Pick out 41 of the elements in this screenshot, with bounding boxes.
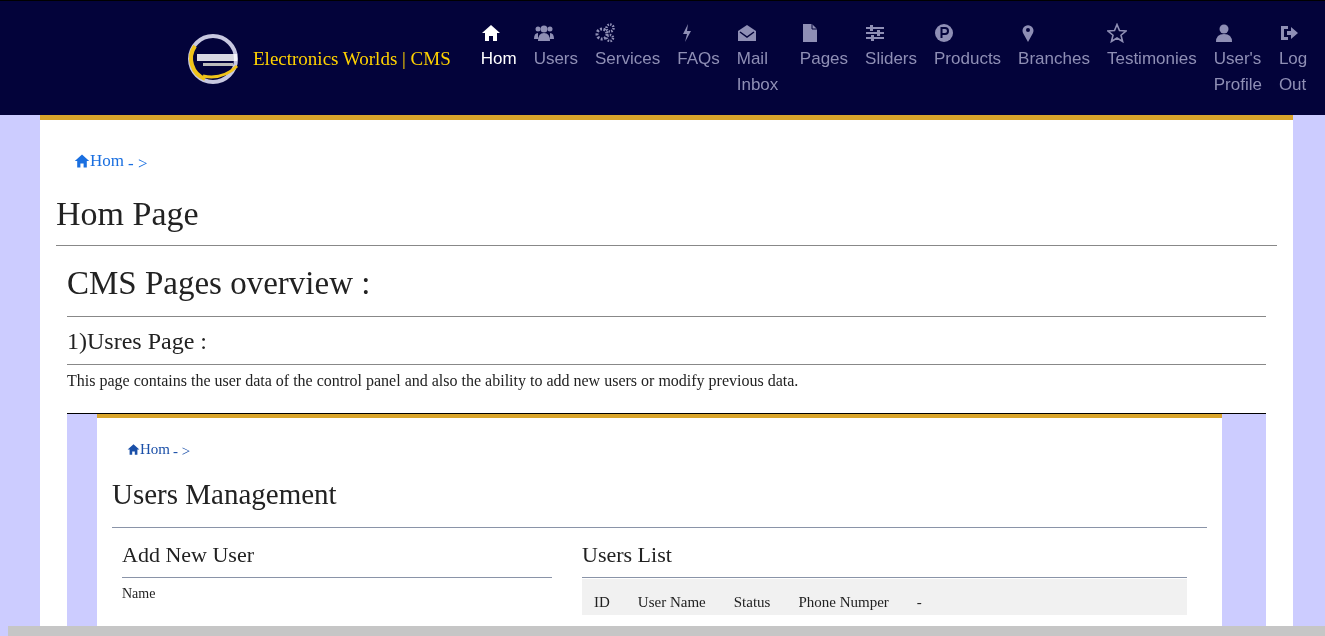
nav-link[interactable]: Services bbox=[595, 23, 661, 98]
page-title: Users Management bbox=[112, 473, 1207, 528]
breadcrumb-link[interactable]: Hom bbox=[127, 438, 170, 461]
nav-link[interactable]: Pages bbox=[799, 23, 849, 98]
logout-icon bbox=[1278, 23, 1299, 43]
breadcrumb-link[interactable]: Hom bbox=[74, 148, 124, 174]
nav-link[interactable]: Branches bbox=[1018, 23, 1090, 98]
logo-icon bbox=[185, 34, 241, 84]
nav-link[interactable]: Testimonies bbox=[1106, 23, 1197, 98]
section-heading: CMS Pages overview : bbox=[67, 264, 1266, 317]
page-title: Hom Page bbox=[56, 194, 1277, 247]
nav-link[interactable]: Hom bbox=[480, 23, 517, 98]
horizontal-scrollbar[interactable] bbox=[8, 626, 1325, 636]
parking-icon bbox=[934, 23, 954, 43]
star-icon bbox=[1106, 23, 1127, 43]
form-heading: Add New User bbox=[122, 537, 552, 578]
users-icon bbox=[533, 23, 554, 43]
column-header: Status bbox=[733, 592, 771, 612]
column-header: Phone Numper bbox=[798, 592, 889, 612]
breadcrumb-separator: - > bbox=[173, 443, 191, 460]
nav-link[interactable]: Mail Inbox bbox=[736, 23, 783, 98]
nav-link[interactable]: Sliders bbox=[865, 23, 917, 98]
nav-link[interactable]: Products bbox=[934, 23, 1002, 98]
column-header: - bbox=[916, 592, 922, 612]
nav-link[interactable]: User's Profile bbox=[1213, 23, 1262, 98]
list-heading: Users List bbox=[582, 537, 1187, 578]
home-icon bbox=[127, 443, 140, 457]
column-header: User Name bbox=[637, 592, 706, 612]
subsection-heading: 1)Usres Page : bbox=[67, 326, 1266, 366]
breadcrumb-separator: - > bbox=[128, 153, 148, 173]
sliders-icon bbox=[865, 23, 886, 43]
field-label: Name bbox=[122, 584, 157, 603]
home-icon bbox=[74, 152, 90, 169]
nav-link[interactable]: Users bbox=[533, 23, 579, 98]
user-icon bbox=[1213, 23, 1234, 43]
home-icon bbox=[480, 23, 501, 43]
nav-link[interactable]: Log Out bbox=[1278, 23, 1325, 98]
brand-title[interactable]: Electronics Worlds | CMS bbox=[253, 44, 451, 74]
nav-link[interactable]: FAQs bbox=[677, 23, 720, 98]
column-header: ID bbox=[594, 592, 610, 612]
envelope-icon bbox=[736, 23, 757, 43]
